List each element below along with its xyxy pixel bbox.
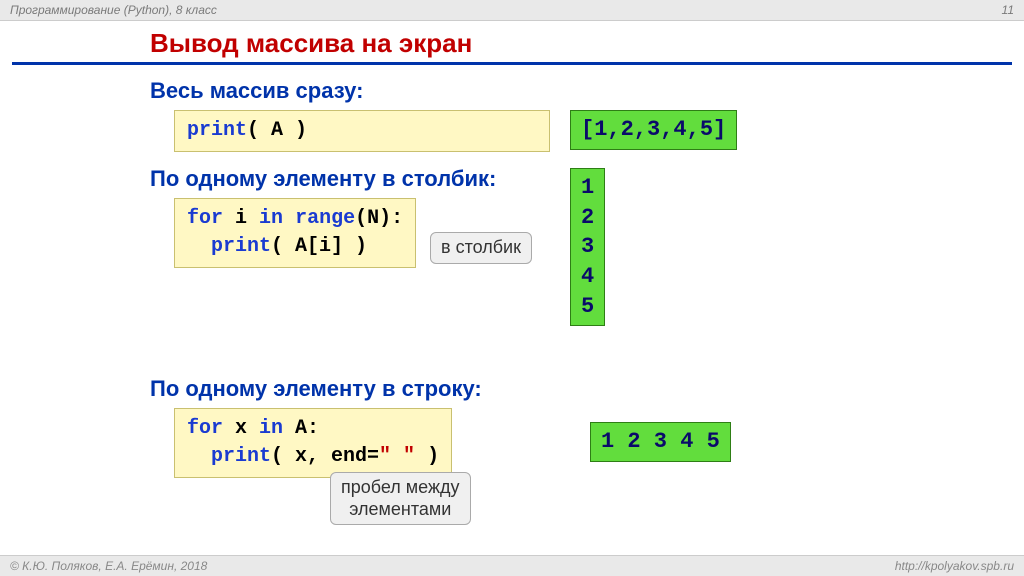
code-keyword: range — [295, 207, 355, 230]
code-text: ) — [415, 445, 439, 468]
section2-row: for i in range(N): print( A[i] ) в столб… — [150, 198, 994, 368]
code-text: A: — [283, 417, 319, 440]
code-keyword: print — [187, 235, 271, 258]
footer-url: http://kpolyakov.spb.ru — [895, 556, 1014, 576]
section1-heading: Весь массив сразу: — [150, 78, 994, 104]
code-text: ( A ) — [247, 119, 307, 142]
code-text: i — [223, 207, 259, 230]
slide-header: Программирование (Python), 8 класс 11 — [0, 0, 1024, 21]
section3-heading: По одному элементу в строку: — [150, 376, 994, 402]
code-text — [283, 207, 295, 230]
section2-callout: в столбик — [430, 232, 532, 264]
code-keyword: in — [259, 417, 283, 440]
code-string: " " — [379, 445, 415, 468]
code-keyword: in — [259, 207, 283, 230]
code-text: ( A[i] ) — [271, 235, 367, 258]
section2-code: for i in range(N): print( A[i] ) — [174, 198, 416, 268]
code-text: (N): — [355, 207, 403, 230]
code-keyword: for — [187, 417, 223, 440]
footer-left: © К.Ю. Поляков, Е.А. Ерёмин, 2018 — [10, 559, 207, 573]
section2-output: 1 2 3 4 5 — [570, 168, 605, 326]
section1-row: print( A ) [1,2,3,4,5] — [150, 110, 994, 148]
section3-row: for x in A: print( x, end=" " ) пробел м… — [150, 408, 994, 538]
page-number: 11 — [1002, 0, 1014, 20]
title-rule — [12, 62, 1012, 65]
section3-code: for x in A: print( x, end=" " ) — [174, 408, 452, 478]
section1-output: [1,2,3,4,5] — [570, 110, 737, 150]
slide-footer: © К.Ю. Поляков, Е.А. Ерёмин, 2018 http:/… — [0, 555, 1024, 576]
code-keyword: print — [187, 119, 247, 142]
code-text: x — [223, 417, 259, 440]
slide-content: Весь массив сразу: print( A ) [1,2,3,4,5… — [150, 70, 994, 551]
code-text: ( x, end= — [271, 445, 379, 468]
section1-code: print( A ) — [174, 110, 550, 152]
code-keyword: for — [187, 207, 223, 230]
slide-title: Вывод массива на экран — [150, 28, 472, 59]
code-keyword: print — [187, 445, 271, 468]
section3-callout: пробел между элементами — [330, 472, 471, 525]
header-left: Программирование (Python), 8 класс — [10, 3, 217, 17]
section3-output: 1 2 3 4 5 — [590, 422, 731, 462]
